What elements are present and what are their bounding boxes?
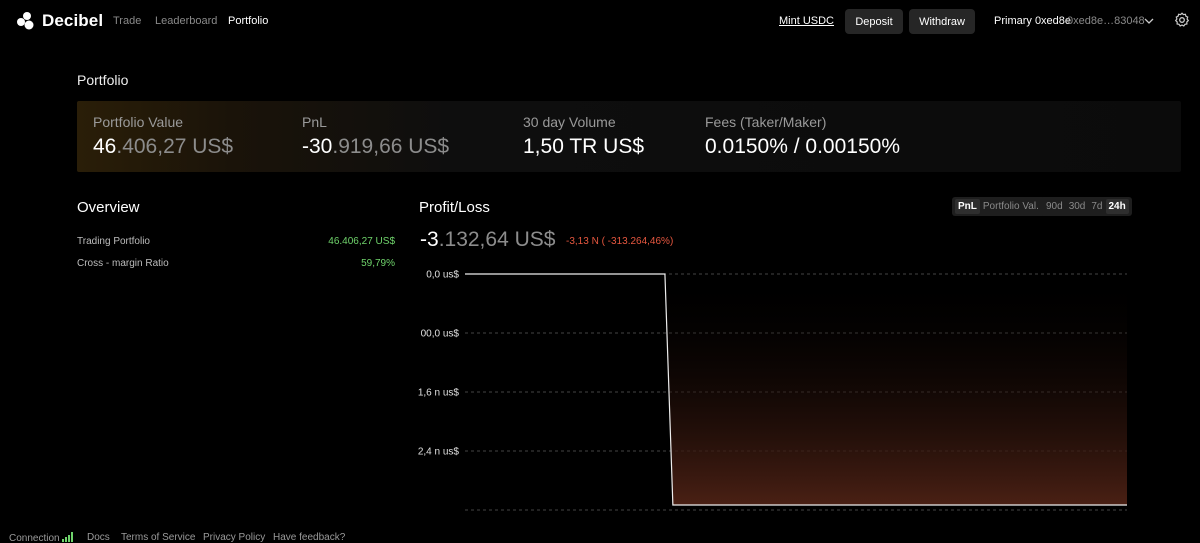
tab-range-30d[interactable]: 30d [1066,199,1089,214]
profit-loss-change: -3,13 N ( -313.264,46%) [566,236,674,247]
chart-y-tick-label: 1,6 n us$ [418,388,460,399]
metric-toggle: PnL Portfolio Val. [952,197,1045,216]
footer-link-terms[interactable]: Terms of Service [121,532,195,543]
tab-range-7d[interactable]: 7d [1088,199,1105,214]
profit-loss-title: Profit/Loss [419,199,490,216]
stat-value: 1,50 TR US$ [523,135,645,158]
overview-row-value: 59,79% [361,258,395,269]
nav-trade[interactable]: Trade [113,15,141,27]
tab-pnl[interactable]: PnL [955,199,980,214]
stat-value-main: 46 [93,135,117,158]
tab-portfolio-value[interactable]: Portfolio Val. [980,199,1042,214]
stats-strip: Portfolio Value 46.406,27 US$ PnL -30.91… [77,101,1181,172]
stat-label: Fees (Taker/Maker) [705,114,827,130]
stat-value: 0.0150% / 0.00150% [705,135,900,158]
chevron-down-icon[interactable] [1143,15,1155,27]
nav-portfolio[interactable]: Portfolio [228,15,268,27]
overview-row-margin-ratio: Cross - margin Ratio 59,79% [77,258,395,269]
stat-value-decimals: .406,27 US$ [116,135,234,158]
mint-usdc-link[interactable]: Mint USDC [779,15,834,27]
page-title: Portfolio [77,72,129,88]
gear-icon[interactable] [1174,12,1190,28]
overview-row-label: Cross - margin Ratio [77,258,169,269]
connection-status: Connection [9,532,74,543]
overview-title: Overview [77,199,140,216]
stat-label: Portfolio Value [93,114,184,130]
footer-link-docs[interactable]: Docs [87,532,110,543]
signal-bars-icon [62,532,74,542]
footer-link-feedback[interactable]: Have feedback? [273,532,345,543]
decibel-logo-icon [17,12,34,30]
chart-area-fill [664,274,1127,505]
deposit-button[interactable]: Deposit [845,9,903,34]
stat-volume: 30 day Volume 1,50 TR US$ [523,114,644,159]
chart-y-tick-label: 0,0 us$ [426,270,459,281]
stat-label: 30 day Volume [523,114,616,130]
brand-name: Decibel [42,11,104,30]
chart-y-tick-label: 00,0 us$ [421,329,460,340]
stat-value: -30.919,66 US$ [302,135,449,159]
top-nav: Decibel Trade Leaderboard Portfolio Mint… [0,0,1200,43]
chart-y-tick-label: 2,4 n us$ [418,447,460,458]
stat-pnl: PnL -30.919,66 US$ [302,114,449,159]
overview-row-label: Trading Portfolio [77,236,150,247]
profit-loss-value-main: -3 [420,228,439,251]
stat-portfolio-value: Portfolio Value 46.406,27 US$ [93,114,233,159]
stat-value-decimals: .919,66 US$ [332,135,450,158]
profit-loss-value: -3.132,64 US$ [420,228,555,252]
tab-range-90d[interactable]: 90d [1043,199,1066,214]
nav-leaderboard[interactable]: Leaderboard [155,15,217,27]
account-name[interactable]: Primary 0xed8e [994,15,1071,27]
range-toggle: 90d 30d 7d 24h [1040,197,1132,216]
account-address[interactable]: 0xed8e…83048 [1067,15,1145,27]
stat-fees: Fees (Taker/Maker) 0.0150% / 0.00150% [705,114,900,159]
overview-row-trading-portfolio: Trading Portfolio 46.406,27 US$ [77,236,395,247]
overview-row-value: 46.406,27 US$ [328,236,395,247]
brand-logo[interactable]: Decibel [16,11,103,31]
stat-label: PnL [302,114,327,130]
footer-link-privacy[interactable]: Privacy Policy [203,532,265,543]
connection-label: Connection [9,533,60,543]
tab-range-24h[interactable]: 24h [1105,199,1129,214]
footer: Connection Docs Terms of Service Privacy… [0,531,1200,543]
stat-value: 46.406,27 US$ [93,135,233,159]
profit-loss-chart[interactable]: 0,0 us$ 00,0 us$ 1,6 n us$ 2,4 n us$ [410,262,1135,520]
stat-value-main: -30 [302,135,333,158]
withdraw-button[interactable]: Withdraw [909,9,975,34]
profit-loss-value-decimals: .132,64 US$ [438,228,556,251]
